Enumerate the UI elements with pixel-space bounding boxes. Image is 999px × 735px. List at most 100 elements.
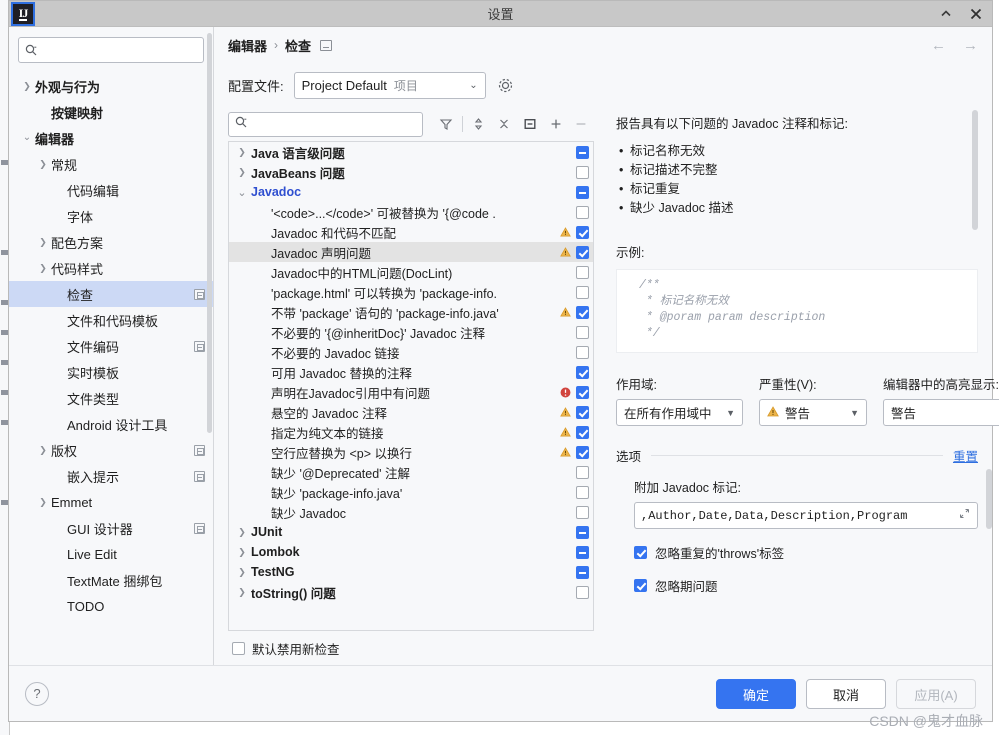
sidebar-item-18[interactable]: Live Edit xyxy=(9,541,213,567)
inspection-checkbox[interactable] xyxy=(576,465,589,479)
description-scrollbar[interactable] xyxy=(972,110,978,230)
breadcrumb-item-editor[interactable]: 编辑器 xyxy=(228,36,267,55)
inspection-checkbox[interactable] xyxy=(576,385,589,399)
inspection-row-10[interactable]: 不必要的 Javadoc 链接 xyxy=(229,342,593,362)
reset-link[interactable]: 重置 xyxy=(953,446,978,465)
chevron-right-icon[interactable]: ❯ xyxy=(233,567,251,578)
inspection-row-6[interactable]: Javadoc中的HTML问题(DocLint) xyxy=(229,262,593,282)
inspection-checkbox[interactable] xyxy=(576,245,589,259)
sidebar-scrollbar[interactable] xyxy=(207,33,212,433)
inspection-checkbox[interactable] xyxy=(576,165,589,179)
profile-dropdown[interactable]: Project Default 项目 ⌄ xyxy=(293,71,486,99)
inspection-checkbox[interactable] xyxy=(576,305,589,319)
sidebar-item-14[interactable]: ❯ 版权 xyxy=(9,437,213,463)
filter-icon[interactable] xyxy=(433,112,459,136)
sidebar-item-15[interactable]: 嵌入提示 xyxy=(9,463,213,489)
ignore-period-problems-checkbox[interactable] xyxy=(634,579,647,592)
inspection-checkbox[interactable] xyxy=(576,285,589,299)
sidebar-item-10[interactable]: 文件编码 xyxy=(9,333,213,359)
chevron-right-icon[interactable]: ❯ xyxy=(233,527,251,538)
sidebar-item-4[interactable]: 代码编辑 xyxy=(9,177,213,203)
inspection-row-4[interactable]: Javadoc 和代码不匹配 xyxy=(229,222,593,242)
chevron-right-icon[interactable]: ❯ xyxy=(35,159,51,169)
inspection-row-13[interactable]: 悬空的 Javadoc 注释 xyxy=(229,402,593,422)
inspection-checkbox[interactable] xyxy=(576,345,589,359)
chevron-right-icon[interactable]: ❯ xyxy=(233,167,251,178)
inspection-row-0[interactable]: ❯ Java 语言级问题 xyxy=(229,142,593,162)
nav-forward-icon[interactable]: → xyxy=(963,38,978,53)
inspection-row-15[interactable]: 空行应替换为 <p> 以换行 xyxy=(229,442,593,462)
inspection-row-16[interactable]: 缺少 '@Deprecated' 注解 xyxy=(229,462,593,482)
sidebar-item-6[interactable]: ❯ 配色方案 xyxy=(9,229,213,255)
inspection-row-2[interactable]: ⌄ Javadoc xyxy=(229,182,593,202)
sidebar-item-7[interactable]: ❯ 代码样式 xyxy=(9,255,213,281)
sidebar-item-17[interactable]: GUI 设计器 xyxy=(9,515,213,541)
inspection-row-12[interactable]: 声明在Javadoc引用中有问题 xyxy=(229,382,593,402)
close-icon[interactable] xyxy=(968,6,984,22)
chevron-down-icon[interactable]: ⌄ xyxy=(19,133,35,143)
additional-tags-field[interactable]: ,Author,Date,Data,Description,Program xyxy=(634,502,978,529)
inspection-checkbox[interactable] xyxy=(576,265,589,279)
sidebar-item-16[interactable]: ❯ Emmet xyxy=(9,489,213,515)
ok-button[interactable]: 确定 xyxy=(716,679,796,709)
inspection-checkbox[interactable] xyxy=(576,185,589,199)
inspections-search-input[interactable] xyxy=(251,116,417,132)
sidebar-item-11[interactable]: 实时模板 xyxy=(9,359,213,385)
inspection-row-20[interactable]: ❯ Lombok xyxy=(229,542,593,562)
inspection-row-14[interactable]: 指定为纯文本的链接 xyxy=(229,422,593,442)
inspections-search-box[interactable] xyxy=(228,111,424,137)
chevron-down-icon[interactable]: ⌄ xyxy=(233,186,251,199)
sidebar-search-input[interactable] xyxy=(41,42,197,58)
inspection-row-9[interactable]: 不必要的 '{@inheritDoc}' Javadoc 注释 xyxy=(229,322,593,342)
inspection-row-7[interactable]: 'package.html' 可以转换为 'package-info. xyxy=(229,282,593,302)
chevron-right-icon[interactable]: ❯ xyxy=(19,81,35,91)
inspection-row-21[interactable]: ❯ TestNG xyxy=(229,562,593,582)
breadcrumb-item-inspections[interactable]: 检查 xyxy=(285,36,311,55)
sidebar-item-3[interactable]: ❯ 常规 xyxy=(9,151,213,177)
expand-icon[interactable] xyxy=(958,507,971,524)
inspection-row-22[interactable]: ❯ toString() 问题 xyxy=(229,582,593,602)
chevron-right-icon[interactable]: ❯ xyxy=(35,237,51,247)
inspection-checkbox[interactable] xyxy=(576,365,589,379)
sidebar-item-5[interactable]: 字体 xyxy=(9,203,213,229)
inspection-row-19[interactable]: ❯ JUnit xyxy=(229,522,593,542)
inspection-checkbox[interactable] xyxy=(576,405,589,419)
inspection-checkbox[interactable] xyxy=(576,525,589,539)
severity-dropdown[interactable]: 警告 ▼ xyxy=(759,399,867,426)
chevron-right-icon[interactable]: ❯ xyxy=(35,445,51,455)
sidebar-item-2[interactable]: ⌄ 编辑器 xyxy=(9,125,213,151)
nav-back-icon[interactable]: ← xyxy=(931,38,946,53)
inspection-checkbox[interactable] xyxy=(576,145,589,159)
inspection-row-1[interactable]: ❯ JavaBeans 问题 xyxy=(229,162,593,182)
collapse-all-icon[interactable] xyxy=(492,112,518,136)
inspection-checkbox[interactable] xyxy=(576,545,589,559)
cancel-button[interactable]: 取消 xyxy=(806,679,886,709)
sort-icon[interactable] xyxy=(466,112,492,136)
sidebar-search-box[interactable] xyxy=(18,37,204,63)
sidebar-item-20[interactable]: TODO xyxy=(9,593,213,617)
expand-collapse-icon[interactable] xyxy=(517,112,543,136)
inspection-row-17[interactable]: 缺少 'package-info.java' xyxy=(229,482,593,502)
ignore-duplicate-throws-checkbox[interactable] xyxy=(634,546,647,559)
inspection-checkbox[interactable] xyxy=(576,485,589,499)
inspection-row-18[interactable]: 缺少 Javadoc xyxy=(229,502,593,522)
sidebar-item-0[interactable]: ❯ 外观与行为 xyxy=(9,73,213,99)
chevron-right-icon[interactable]: ❯ xyxy=(233,547,251,558)
inspection-checkbox[interactable] xyxy=(576,445,589,459)
inspection-checkbox[interactable] xyxy=(576,585,589,599)
sidebar-item-13[interactable]: Android 设计工具 xyxy=(9,411,213,437)
gear-icon[interactable] xyxy=(496,75,516,95)
chevron-right-icon[interactable]: ❯ xyxy=(233,147,251,158)
inspection-checkbox[interactable] xyxy=(576,565,589,579)
inspection-checkbox[interactable] xyxy=(576,325,589,339)
sidebar-item-9[interactable]: 文件和代码模板 xyxy=(9,307,213,333)
chevron-right-icon[interactable]: ❯ xyxy=(35,497,51,507)
disable-new-inspections-checkbox[interactable] xyxy=(232,641,245,655)
collapse-icon[interactable] xyxy=(938,6,954,22)
inspection-checkbox[interactable] xyxy=(576,225,589,239)
sidebar-item-8[interactable]: 检查 xyxy=(9,281,213,307)
highlight-dropdown[interactable]: 警告 ▼ xyxy=(883,399,999,426)
inspection-checkbox[interactable] xyxy=(576,425,589,439)
chevron-right-icon[interactable]: ❯ xyxy=(35,263,51,273)
sidebar-item-12[interactable]: 文件类型 xyxy=(9,385,213,411)
